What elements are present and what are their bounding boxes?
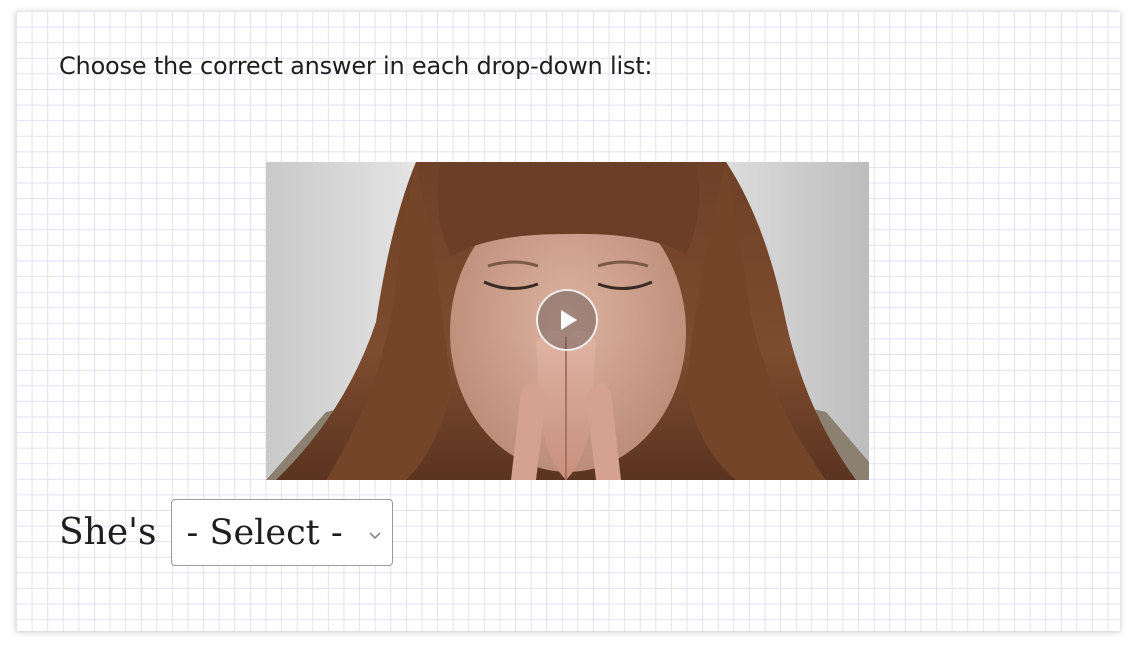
dropdown-selected-value: - Select -	[186, 512, 343, 553]
video-player[interactable]	[266, 162, 869, 480]
play-button[interactable]	[536, 289, 598, 351]
chevron-down-icon	[368, 532, 381, 540]
instruction-text: Choose the correct answer in each drop-d…	[59, 52, 653, 80]
play-icon	[561, 310, 577, 330]
question-row: She's - Select -	[59, 499, 393, 566]
exercise-card: Choose the correct answer in each drop-d…	[16, 11, 1120, 631]
question-prefix: She's	[59, 512, 157, 553]
answer-dropdown[interactable]: - Select -	[170, 499, 393, 566]
